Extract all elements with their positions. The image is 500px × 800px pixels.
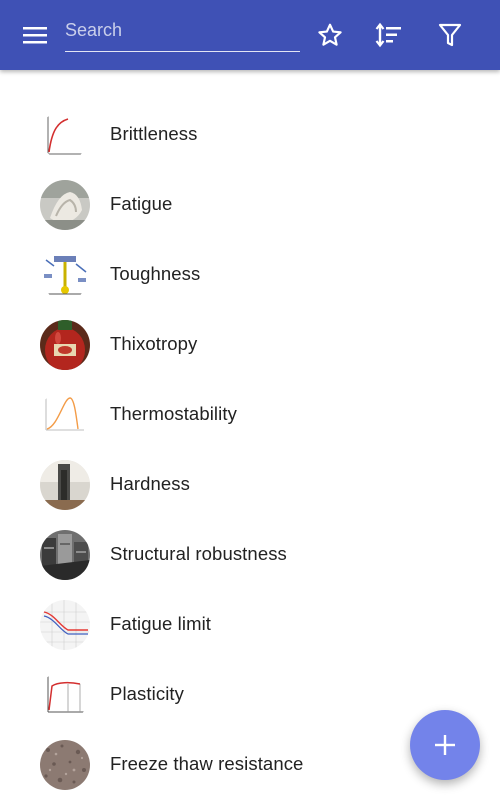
list-item-label: Hardness <box>110 473 190 494</box>
topic-list: Brittleness Fatigue Toughness Thixotropy… <box>0 100 500 800</box>
stress-strain-curve-thumbnail <box>40 110 90 160</box>
list-item[interactable]: Hardness <box>0 450 500 520</box>
list-item-label: Plasticity <box>110 683 184 704</box>
list-item-label: Fatigue limit <box>110 613 212 634</box>
favorites-button[interactable] <box>310 15 350 55</box>
menu-button[interactable] <box>15 15 55 55</box>
plasticity-graph-thumbnail <box>40 670 90 720</box>
hardness-tester-thumbnail <box>40 460 90 510</box>
sort-icon <box>375 22 401 48</box>
list-item[interactable]: Fatigue <box>0 170 500 240</box>
star-outline-icon <box>318 23 342 46</box>
list-item[interactable]: Structural robustness <box>0 520 500 590</box>
list-item[interactable]: Thermostability <box>0 380 500 450</box>
list-item[interactable]: Brittleness <box>0 100 500 170</box>
plus-icon <box>435 735 455 755</box>
list-item[interactable]: Fatigue limit <box>0 590 500 660</box>
list-item-label: Structural robustness <box>110 543 287 564</box>
list-item[interactable]: Thixotropy <box>0 310 500 380</box>
list-item[interactable]: Toughness <box>0 240 500 310</box>
search-field <box>65 15 300 52</box>
collapsed-building-thumbnail <box>40 530 90 580</box>
list-item-label: Thixotropy <box>110 333 198 354</box>
list-item-label: Fatigue <box>110 193 173 214</box>
concrete-texture-thumbnail <box>40 740 90 790</box>
list-item-label: Toughness <box>110 263 201 284</box>
impact-test-diagram-thumbnail <box>40 250 90 300</box>
list-item-label: Freeze thaw resistance <box>110 753 304 774</box>
filter-icon <box>438 23 462 47</box>
search-input[interactable] <box>65 15 300 45</box>
list-item-label: Brittleness <box>110 123 198 144</box>
fatigue-photo-thumbnail <box>40 180 90 230</box>
ketchup-bottle-thumbnail <box>40 320 90 370</box>
filter-button[interactable] <box>430 15 470 55</box>
menu-icon <box>23 27 47 44</box>
sn-curve-thumbnail <box>40 600 90 650</box>
add-button[interactable] <box>410 710 480 780</box>
app-toolbar <box>0 0 500 70</box>
sort-button[interactable] <box>369 15 409 55</box>
list-item-label: Thermostability <box>110 403 237 424</box>
thermostability-curve-thumbnail <box>40 390 90 440</box>
